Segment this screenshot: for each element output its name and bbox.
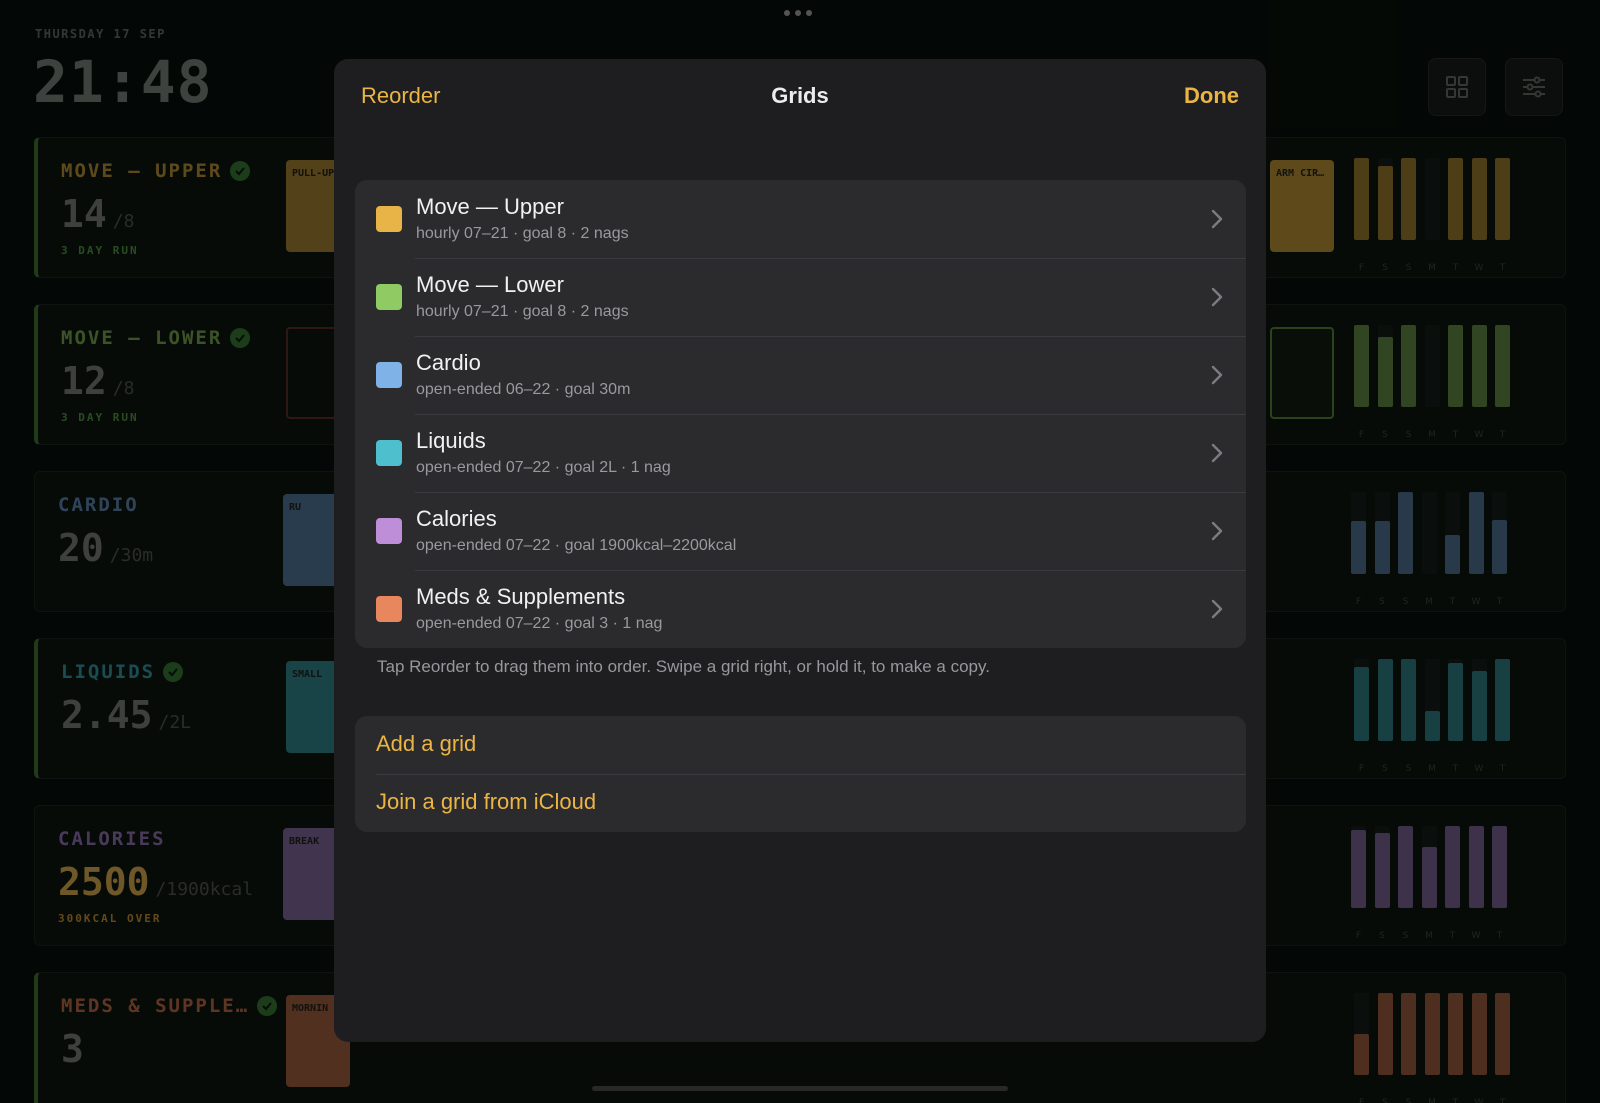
grid-color-swatch xyxy=(376,596,402,622)
grid-row[interactable]: Meds & Supplements open-ended 07–22 · goa… xyxy=(355,570,1246,648)
grid-list: Move — Upper hourly 07–21 · goal 8 · 2 na… xyxy=(355,180,1246,648)
done-button[interactable]: Done xyxy=(1184,83,1239,109)
grid-actions: Add a grid Join a grid from iCloud xyxy=(355,716,1246,832)
grid-name: Cardio xyxy=(416,350,481,375)
grid-name: Move — Lower xyxy=(416,272,564,297)
reorder-hint: Tap Reorder to drag them into order. Swi… xyxy=(377,657,990,676)
grid-detail: open-ended 07–22 · goal 2L · 1 nag xyxy=(416,459,671,476)
grid-color-swatch xyxy=(376,362,402,388)
sheet-title: Grids xyxy=(771,83,829,108)
grid-name: Move — Upper xyxy=(416,194,564,219)
grid-detail: open-ended 06–22 · goal 30m xyxy=(416,381,631,398)
grid-color-swatch xyxy=(376,440,402,466)
grid-name: Liquids xyxy=(416,428,486,453)
grids-sheet: Reorder Grids Done Move — Upper hourly 07… xyxy=(334,59,1266,1042)
add-grid-button[interactable]: Add a grid xyxy=(355,716,1246,774)
reorder-button[interactable]: Reorder xyxy=(361,83,440,109)
grid-detail: hourly 07–21 · goal 8 · 2 nags xyxy=(416,303,629,320)
grid-color-swatch xyxy=(376,284,402,310)
grid-color-swatch xyxy=(376,206,402,232)
grid-detail: hourly 07–21 · goal 8 · 2 nags xyxy=(416,225,629,242)
add-grid-label: Add a grid xyxy=(376,731,477,756)
grid-name: Calories xyxy=(416,506,497,531)
join-grid-label: Join a grid from iCloud xyxy=(376,789,597,814)
grid-row[interactable]: Move — Upper hourly 07–21 · goal 8 · 2 na… xyxy=(355,180,1246,258)
grid-detail: open-ended 07–22 · goal 1900kcal–2200kca… xyxy=(416,537,737,554)
chevron-right-icon xyxy=(1211,365,1223,385)
chevron-right-icon xyxy=(1211,599,1223,619)
chevron-right-icon xyxy=(1211,287,1223,307)
grid-row[interactable]: Calories open-ended 07–22 · goal 1900kcal… xyxy=(355,492,1246,570)
chevron-right-icon xyxy=(1211,209,1223,229)
grid-row[interactable]: Liquids open-ended 07–22 · goal 2L · 1 na… xyxy=(355,414,1246,492)
grid-color-swatch xyxy=(376,518,402,544)
join-grid-icloud-button[interactable]: Join a grid from iCloud xyxy=(355,774,1246,832)
chevron-right-icon xyxy=(1211,443,1223,463)
grid-detail: open-ended 07–22 · goal 3 · 1 nag xyxy=(416,615,663,632)
grid-row[interactable]: Move — Lower hourly 07–21 · goal 8 · 2 na… xyxy=(355,258,1246,336)
grid-name: Meds & Supplements xyxy=(416,584,626,609)
chevron-right-icon xyxy=(1211,521,1223,541)
grid-row[interactable]: Cardio open-ended 06–22 · goal 30m xyxy=(355,336,1246,414)
